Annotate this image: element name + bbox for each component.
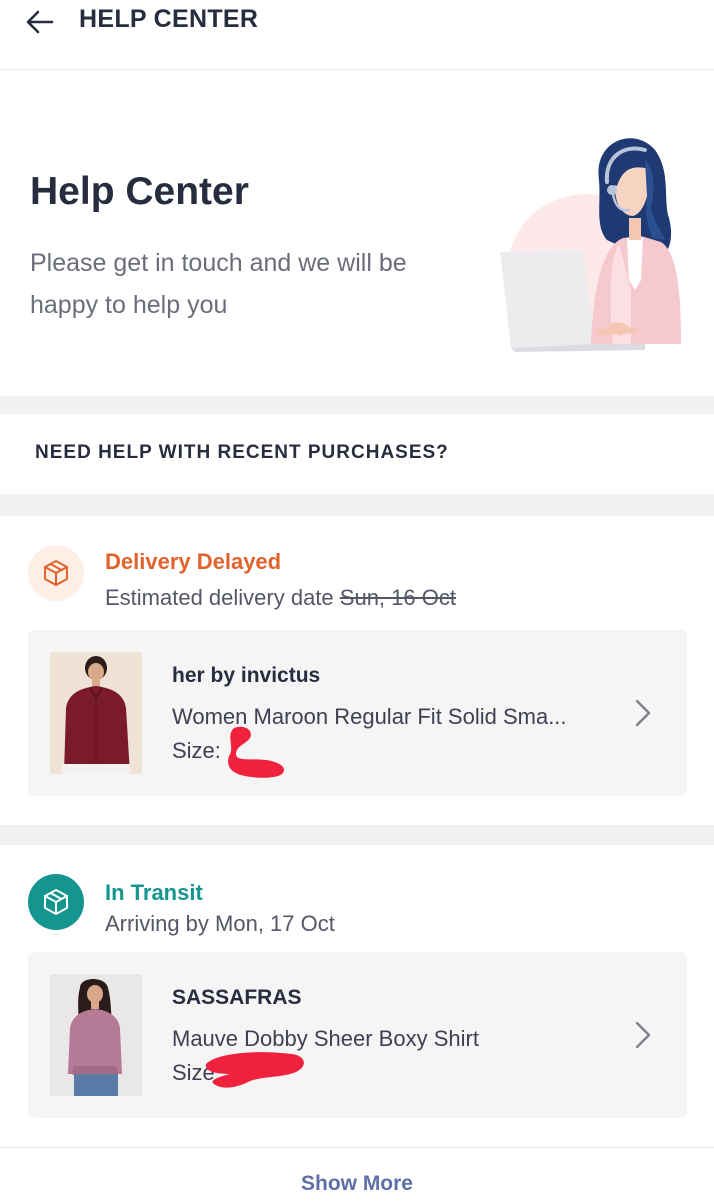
package-icon — [44, 889, 68, 915]
product-name: Women Maroon Regular Fit Solid Sma... — [172, 704, 567, 729]
recent-purchases-header: NEED HELP WITH RECENT PURCHASES? — [0, 414, 714, 494]
status-icon-in-transit — [28, 874, 84, 930]
order-status: In Transit — [105, 880, 203, 905]
chevron-right-icon[interactable] — [631, 1018, 655, 1052]
status-icon-delayed — [28, 545, 84, 601]
recent-purchases-heading: NEED HELP WITH RECENT PURCHASES? — [35, 442, 449, 463]
help-hero: Help Center Please get in touch and we w… — [0, 70, 714, 396]
product-size: Size: — [172, 738, 221, 763]
show-more-bar: Show More — [0, 1147, 714, 1201]
product-image — [50, 652, 142, 774]
order-item: Delivery Delayed Estimated delivery date… — [0, 516, 714, 825]
product-card[interactable]: her by invictus Women Maroon Regular Fit… — [28, 630, 687, 796]
section-separator — [0, 396, 714, 414]
arrow-left-icon — [26, 10, 54, 34]
package-icon — [44, 560, 68, 586]
section-separator — [0, 825, 714, 845]
redaction-mark — [205, 1052, 304, 1088]
top-app-bar: HELP CENTER — [0, 0, 714, 70]
product-card[interactable]: SASSAFRAS Mauve Dobby Sheer Boxy Shirt S… — [28, 952, 687, 1118]
order-status-description: Estimated delivery date Sun, 16 Oct — [105, 585, 456, 611]
order-item: In Transit Arriving by Mon, 17 Oct SASSA… — [0, 845, 714, 1147]
support-agent-illustration — [500, 138, 681, 352]
order-status: Delivery Delayed — [105, 549, 282, 574]
show-more-button[interactable]: Show More — [301, 1172, 413, 1196]
back-button[interactable] — [22, 4, 58, 40]
product-image — [50, 974, 142, 1096]
redaction-mark — [228, 726, 285, 778]
page-title: HELP CENTER — [79, 5, 259, 33]
section-separator — [0, 494, 714, 516]
estimated-delivery-date: Sun, 16 Oct — [339, 585, 456, 610]
product-size: Size — [172, 1060, 215, 1085]
chevron-right-icon[interactable] — [631, 696, 655, 730]
hero-title: Help Center — [30, 170, 249, 213]
hero-subtitle: Please get in touch and we will be happy… — [30, 249, 407, 319]
order-status-description: Arriving by Mon, 17 Oct — [105, 911, 335, 936]
product-name: Mauve Dobby Sheer Boxy Shirt — [172, 1026, 479, 1051]
product-brand: SASSAFRAS — [172, 986, 302, 1009]
product-brand: her by invictus — [172, 664, 321, 687]
estimated-delivery-label: Estimated delivery date — [105, 585, 340, 610]
